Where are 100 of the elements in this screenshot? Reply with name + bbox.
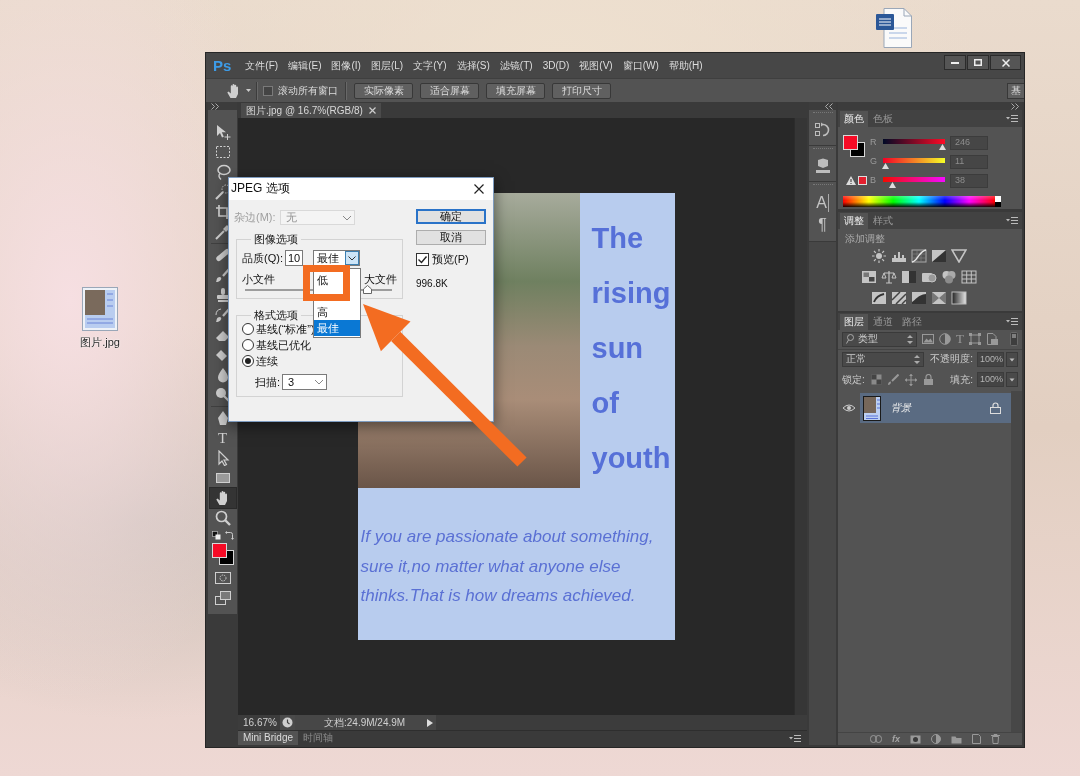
menu-item[interactable]: 3D(D) — [542, 59, 570, 72]
blend-mode-select[interactable]: 正常 — [842, 351, 925, 367]
swap-arrow-icon[interactable] — [224, 531, 234, 540]
crop-icon[interactable] — [214, 204, 231, 220]
hand-icon[interactable] — [208, 487, 237, 509]
checker-icon[interactable] — [870, 374, 882, 385]
radio-button[interactable] — [242, 355, 254, 367]
layer-row[interactable]: 背景 — [860, 393, 1011, 423]
character-panel-glyph[interactable]: A — [816, 194, 829, 212]
history-icon[interactable] — [814, 122, 831, 138]
menu-item[interactable]: 窗口(W) — [622, 59, 659, 72]
grid-icon[interactable] — [960, 270, 977, 284]
move-icon[interactable] — [214, 124, 231, 140]
dropdown-option[interactable]: 低 — [314, 272, 331, 288]
warning-icon[interactable] — [846, 176, 856, 185]
menu-item[interactable]: 选择(S) — [456, 59, 490, 72]
document-tab[interactable]: 图片.jpg @ 16.7%(RGB/8) — [241, 103, 381, 118]
dialog-button[interactable]: 取消 — [416, 230, 486, 245]
cube-icon[interactable] — [814, 158, 831, 174]
curves-icon[interactable] — [910, 249, 927, 263]
preview-checkbox[interactable] — [416, 253, 429, 266]
exposure-icon[interactable] — [930, 249, 947, 263]
image-icon[interactable] — [922, 333, 934, 345]
scales-icon[interactable] — [880, 270, 897, 284]
zoom-level[interactable]: 16.67% — [238, 715, 280, 730]
gamut-color-icon[interactable] — [858, 176, 867, 185]
scroll-all-checkbox[interactable] — [263, 85, 273, 96]
double-chevron-icon[interactable] — [1011, 102, 1019, 110]
invert-icon[interactable] — [870, 291, 887, 305]
slider-thumb[interactable] — [362, 285, 372, 294]
view-button[interactable]: 填充屏幕 — [486, 82, 545, 99]
triangle-icon[interactable] — [950, 249, 967, 263]
slider-thumb[interactable] — [939, 144, 946, 150]
lock-icon[interactable] — [990, 402, 1001, 414]
menu-item[interactable]: 文件(F) — [245, 59, 279, 72]
spectrum-end-swatch-icon[interactable] — [995, 201, 1001, 207]
panel-tab[interactable]: 时间轴 — [298, 731, 339, 745]
panel-tab[interactable]: 样式 — [869, 213, 897, 229]
transform-square-icon[interactable] — [968, 333, 981, 345]
half-circle-icon[interactable] — [939, 333, 951, 345]
selective-color-icon[interactable] — [930, 291, 947, 305]
move-arrows-icon[interactable] — [904, 373, 917, 386]
camera-filter-icon[interactable] — [920, 270, 937, 284]
menu-item[interactable]: 图像(I) — [331, 59, 361, 72]
filter-toggle-icon[interactable] — [1010, 332, 1018, 346]
panel-tab[interactable]: 图层 — [840, 314, 868, 330]
menu-item[interactable]: 编辑(E) — [288, 59, 322, 72]
document-icon[interactable] — [876, 8, 912, 48]
double-chevron-icon[interactable] — [211, 102, 219, 110]
double-chevron-icon[interactable] — [825, 102, 833, 110]
eye-icon[interactable] — [842, 403, 856, 413]
menu-item[interactable]: 视图(V) — [579, 59, 613, 72]
dropdown-option[interactable]: 最佳 — [314, 320, 360, 336]
layer-name[interactable]: 背景 — [891, 402, 911, 414]
slider-thumb[interactable] — [881, 163, 889, 169]
preview-label[interactable]: 预览(P) — [432, 253, 469, 266]
quick-mask-icon[interactable] — [214, 572, 231, 584]
workspace-button[interactable]: 基 — [1007, 82, 1024, 99]
foreground-color-icon[interactable] — [843, 135, 858, 150]
close-button[interactable] — [990, 55, 1021, 70]
view-button[interactable]: 适合屏幕 — [420, 82, 479, 99]
menu-item[interactable]: 帮助(H) — [668, 59, 703, 72]
panel-menu-icon[interactable] — [1006, 217, 1018, 224]
type-tool[interactable]: T — [217, 430, 228, 446]
slider-thumb[interactable] — [888, 182, 896, 188]
clock-icon[interactable] — [282, 717, 293, 728]
menu-item[interactable]: 图层(L) — [370, 59, 404, 72]
overlapping-circles-icon[interactable] — [940, 270, 957, 284]
quality-preset-select[interactable]: 最佳 — [313, 250, 360, 266]
layer-filter-select[interactable]: 类型 — [842, 331, 917, 347]
panel-tab[interactable]: 路径 — [898, 314, 926, 330]
menu-item[interactable]: 滤镜(T) — [499, 59, 533, 72]
screen-mode-icon[interactable] — [214, 591, 231, 605]
radio-label[interactable]: 基线已优化 — [256, 338, 311, 352]
dropdown-option[interactable]: 高 — [314, 304, 331, 320]
color-spectrum[interactable] — [843, 196, 995, 207]
threshold-icon[interactable] — [910, 291, 927, 305]
half-circle-icon[interactable] — [931, 734, 941, 744]
page-icon[interactable] — [985, 333, 998, 345]
half-filled-square-icon[interactable] — [900, 270, 917, 284]
posterize-icon[interactable] — [890, 291, 907, 305]
mask-icon[interactable] — [910, 734, 921, 744]
panel-menu-icon[interactable] — [789, 734, 801, 742]
radio-button[interactable] — [242, 323, 254, 335]
file-name[interactable]: 图片.jpg — [80, 336, 120, 350]
stamp-icon[interactable] — [214, 287, 231, 303]
panel-tab[interactable]: 颜色 — [840, 111, 868, 127]
folder-icon[interactable] — [951, 734, 962, 744]
paragraph-panel-glyph[interactable]: ¶ — [818, 216, 827, 234]
dodge-icon[interactable] — [214, 387, 231, 403]
quality-field[interactable]: 10 — [285, 250, 303, 266]
view-button[interactable]: 打印尺寸 — [552, 82, 611, 99]
right-triangle-icon[interactable] — [427, 718, 433, 727]
panel-tab[interactable]: 色板 — [869, 111, 897, 127]
dialog-button[interactable]: 确定 — [416, 209, 486, 224]
panel-tab[interactable]: Mini Bridge — [238, 731, 299, 745]
radio-label[interactable]: 连续 — [256, 354, 278, 368]
maximize-button[interactable] — [967, 55, 989, 70]
spectrum-end-swatch-icon[interactable] — [995, 196, 1001, 202]
zoom-icon[interactable] — [214, 510, 231, 526]
